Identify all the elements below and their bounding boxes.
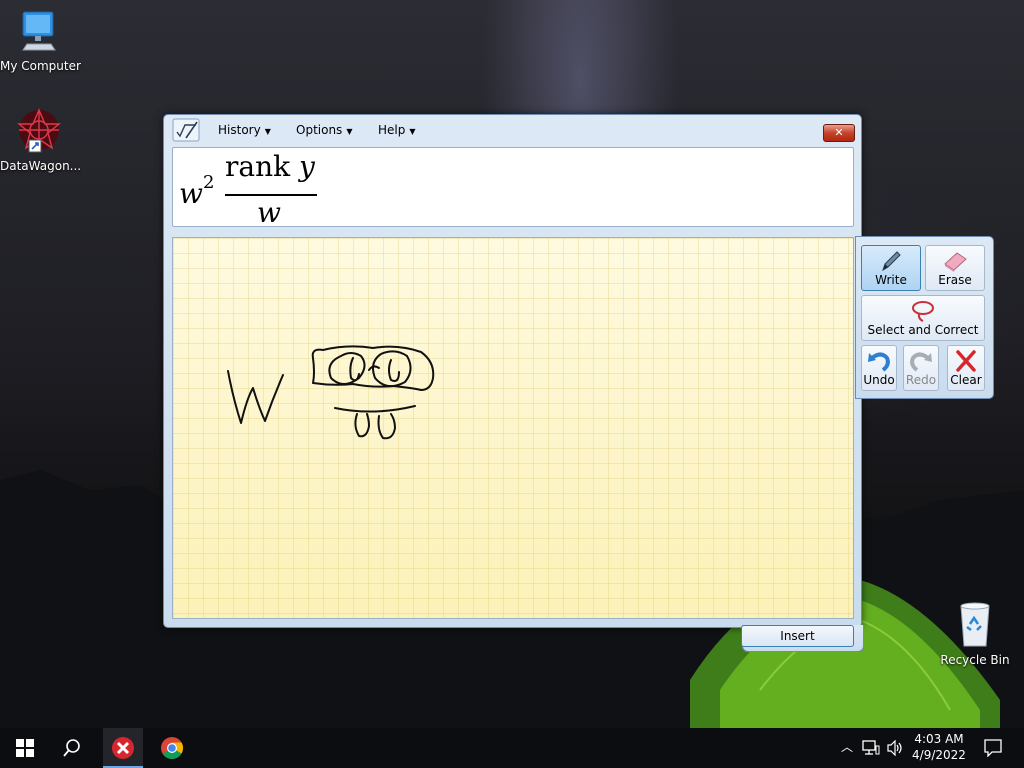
clock-date: 4/9/2022 [912, 748, 966, 762]
red-x-app-icon [112, 737, 134, 759]
taskbar-app-chrome[interactable] [150, 728, 194, 768]
redo-icon [910, 352, 932, 372]
chevron-down-icon: ▼ [409, 127, 416, 136]
clear-button[interactable]: Clear [947, 345, 985, 391]
volume-button[interactable] [884, 728, 906, 768]
search-icon [63, 739, 80, 757]
close-icon: ✕ [834, 126, 844, 139]
windows-logo-icon [16, 739, 34, 757]
speaker-icon [887, 740, 902, 756]
chevron-down-icon: ▼ [264, 127, 271, 136]
show-hidden-icons-button[interactable]: ︿ [838, 728, 856, 768]
undo-button[interactable]: Undo [861, 345, 897, 391]
title-bar[interactable]: History ▼ Options ▼ Help ▼ ✕ [164, 115, 861, 145]
handwritten-ink [227, 345, 435, 440]
math-input-app-icon [172, 118, 200, 142]
clear-x-icon [956, 350, 976, 372]
desktop-icon-label: My Computer [0, 59, 81, 73]
recognition-preview[interactable]: w 2 rank y w [172, 147, 854, 229]
recycle-bin-icon [960, 602, 990, 647]
fraction-denominator: w [257, 196, 281, 229]
expression-exponent: 2 [203, 172, 215, 193]
taskbar-app-datawagon[interactable] [103, 728, 143, 768]
desktop-icon-my-computer[interactable]: My Computer [0, 8, 81, 73]
select-and-correct-button[interactable]: Select and Correct [861, 295, 985, 341]
notification-icon [984, 739, 1002, 757]
undo-icon [868, 352, 890, 372]
fraction-numerator: rank y [225, 150, 315, 183]
desktop-icon-recycle-bin[interactable]: Recycle Bin [936, 600, 1014, 667]
network-icon [862, 740, 880, 755]
write-button[interactable]: Write [861, 245, 921, 291]
close-button[interactable]: ✕ [823, 124, 855, 142]
writing-area[interactable] [172, 237, 854, 619]
network-button[interactable] [860, 728, 882, 768]
menu-options[interactable]: Options ▼ [296, 121, 352, 139]
system-clock[interactable]: 4:03 AM 4/9/2022 [912, 731, 966, 763]
pen-icon [882, 251, 901, 272]
computer-icon [22, 11, 56, 51]
erase-button[interactable]: Erase [925, 245, 985, 291]
eraser-icon [944, 252, 967, 272]
insert-button[interactable]: Insert [741, 625, 854, 647]
desktop-icon-label: DataWagon... [0, 159, 82, 173]
chevron-down-icon: ▼ [346, 127, 353, 136]
search-button[interactable] [50, 728, 94, 768]
menu-help[interactable]: Help ▼ [378, 121, 416, 139]
start-button[interactable] [0, 728, 48, 768]
redo-button[interactable]: Redo [903, 345, 939, 391]
clock-time: 4:03 AM [914, 732, 964, 746]
taskbar: ︿ 4:03 AM 4/9/2022 [0, 728, 1024, 768]
lasso-icon [912, 301, 934, 322]
notification-button[interactable] [978, 728, 1008, 768]
menu-history[interactable]: History ▼ [218, 121, 271, 139]
chrome-icon [161, 737, 183, 759]
chevron-up-icon: ︿ [841, 740, 854, 754]
tool-palette: Write Erase Select and Correct Undo Redo [855, 236, 994, 399]
expression-base: w [179, 177, 203, 210]
desktop-icon-label: Recycle Bin [940, 653, 1010, 667]
desktop-icon-datawagon[interactable]: DataWagon... [0, 106, 82, 173]
datawagon-logo-icon [17, 108, 61, 153]
math-input-panel-window: History ▼ Options ▼ Help ▼ ✕ w 2 rank y w [163, 114, 864, 652]
